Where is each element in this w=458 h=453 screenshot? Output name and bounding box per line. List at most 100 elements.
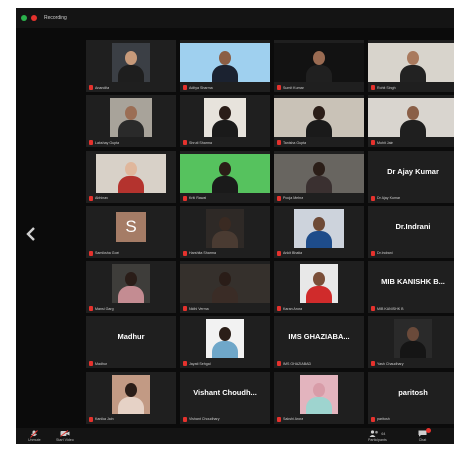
- participant-tile[interactable]: Ankit Bhatia: [274, 205, 364, 258]
- participant-name-label: Kanika Jain: [89, 416, 114, 422]
- participant-tile[interactable]: Kriti Rawat: [180, 150, 270, 203]
- participant-tile[interactable]: Kanika Jain: [86, 371, 176, 424]
- mic-muted-icon: [89, 195, 93, 201]
- participant-display-name: paritosh: [398, 387, 428, 397]
- participant-name: Shruti Sharma: [189, 140, 212, 145]
- participant-video: [180, 264, 270, 304]
- previous-page-arrow[interactable]: [24, 224, 38, 244]
- participant-name-label: Sumit Kumar: [277, 85, 304, 90]
- chevron-left-icon: [26, 227, 35, 241]
- participant-tile[interactable]: Mohit Jain: [368, 95, 454, 148]
- participant-name: MIB KANISHK B: [377, 306, 404, 311]
- participant-tile[interactable]: Rohit Singh: [368, 40, 454, 92]
- start-video-button[interactable]: Start Video: [56, 430, 74, 442]
- participant-tile[interactable]: Abhinav: [86, 150, 176, 203]
- mic-muted-icon: [183, 361, 187, 367]
- person-silhouette: [118, 269, 144, 304]
- participant-tile[interactable]: paritosh paritosh: [368, 371, 454, 424]
- participant-tile[interactable]: Mansi Garg: [86, 261, 176, 314]
- person-head: [219, 272, 231, 287]
- participant-name-label: Vishant Choudhary: [183, 416, 220, 422]
- participant-tile[interactable]: Tanisha Gupta: [274, 95, 364, 148]
- person-body: [400, 120, 426, 138]
- mic-muted-icon: [277, 195, 281, 201]
- participant-tile[interactable]: Dr Ajay Kumar Dr Ajay Kumar: [368, 150, 454, 203]
- participant-name: Mohit Jain: [377, 140, 394, 145]
- person-head: [313, 51, 325, 65]
- participant-name: Harshita Sharma: [189, 251, 216, 256]
- recording-label: Recording: [44, 15, 67, 21]
- mic-muted-icon: [371, 195, 375, 201]
- participant-tile[interactable]: MIB KANISHK B... MIB KANISHK B: [368, 261, 454, 314]
- person-body: [306, 120, 332, 138]
- person-head: [219, 216, 231, 231]
- participant-name: Yash Chaudhary: [377, 361, 404, 366]
- participant-tile[interactable]: S Samiksha Goel: [86, 205, 176, 258]
- participant-name: Lakshay Gupta: [95, 140, 120, 145]
- participant-name-label: MIB KANISHK B: [371, 306, 404, 312]
- participant-video: [368, 43, 454, 82]
- participant-name-label: IMS GHAZIABAD: [277, 361, 311, 367]
- mic-muted-icon: [183, 250, 187, 256]
- participant-tile[interactable]: Harshita Sharma: [180, 205, 270, 258]
- chat-button[interactable]: Chat: [418, 428, 431, 442]
- participant-display-name: Dr.Indrani: [395, 221, 431, 231]
- person-silhouette: [212, 214, 238, 248]
- mic-muted-icon: [371, 85, 375, 90]
- person-body: [306, 65, 332, 82]
- participant-tile[interactable]: Lakshay Gupta: [86, 95, 176, 148]
- person-head: [313, 106, 325, 121]
- security-shield-icon[interactable]: [21, 15, 27, 21]
- participant-name-label: Anandita: [89, 85, 109, 90]
- person-head: [219, 106, 231, 121]
- participant-name: Ankit Bhatia: [283, 251, 303, 256]
- meeting-toolbar: Unmute Start Video 64 Participants Chat: [16, 428, 454, 444]
- person-head: [219, 327, 231, 342]
- participant-name-label: Madhur: [89, 361, 107, 367]
- participant-tile[interactable]: Pooja Mehra: [274, 150, 364, 203]
- participant-name-label: Sakshi Arora: [277, 416, 304, 422]
- participants-count: 64: [381, 431, 386, 436]
- participant-tile[interactable]: Shruti Sharma: [180, 95, 270, 148]
- participant-tile[interactable]: Anandita: [86, 40, 176, 92]
- participant-display-name: Dr Ajay Kumar: [387, 166, 439, 176]
- participant-tile[interactable]: Madhur Madhur: [86, 316, 176, 369]
- participant-name-label: Samiksha Goel: [89, 250, 119, 256]
- person-silhouette: [306, 269, 332, 304]
- participant-name-label: Rohit Singh: [371, 85, 396, 90]
- participant-tile[interactable]: Aditya Sharma: [180, 40, 270, 92]
- participant-name: Tanisha Gupta: [283, 140, 307, 145]
- participant-tile[interactable]: Dr.Indrani Dr.Indrani: [368, 205, 454, 258]
- person-body: [400, 341, 426, 359]
- participants-button[interactable]: 64 Participants: [368, 430, 387, 442]
- mic-muted-icon: [277, 361, 281, 367]
- participant-tile[interactable]: Sumit Kumar: [274, 40, 364, 92]
- participant-tile[interactable]: Karan Arora: [274, 261, 364, 314]
- participant-tile[interactable]: Yash Chaudhary: [368, 316, 454, 369]
- participant-video: [294, 208, 344, 248]
- participant-tile[interactable]: Jayati Sehgal: [180, 316, 270, 369]
- participant-name-label: Yash Chaudhary: [371, 361, 404, 367]
- participant-name: Pooja Mehra: [283, 196, 304, 201]
- person-head: [313, 216, 325, 231]
- person-head: [407, 327, 419, 342]
- participant-video: [206, 208, 244, 248]
- participant-tile[interactable]: Nidhi Verma: [180, 261, 270, 314]
- participant-name: Sakshi Arora: [283, 417, 304, 422]
- chat-label: Chat: [418, 438, 427, 442]
- participant-tile[interactable]: IMS GHAZIABA... IMS GHAZIABAD: [274, 316, 364, 369]
- participant-tile[interactable]: Vishant Choudh... Vishant Choudhary: [180, 371, 270, 424]
- participant-video: [180, 153, 270, 193]
- participant-name-label: Mohit Jain: [371, 140, 394, 146]
- person-silhouette: [118, 103, 144, 138]
- participants-icon: [369, 430, 379, 437]
- participant-video: [206, 319, 244, 359]
- person-body: [118, 120, 144, 138]
- participant-name-label: Pooja Mehra: [277, 195, 304, 201]
- person-silhouette: [306, 159, 332, 193]
- participant-tile[interactable]: Sakshi Arora: [274, 371, 364, 424]
- unmute-button[interactable]: Unmute: [28, 429, 41, 442]
- person-body: [306, 175, 332, 193]
- chat-notification-badge: [426, 428, 431, 433]
- participant-name: Vishant Choudhary: [189, 417, 220, 422]
